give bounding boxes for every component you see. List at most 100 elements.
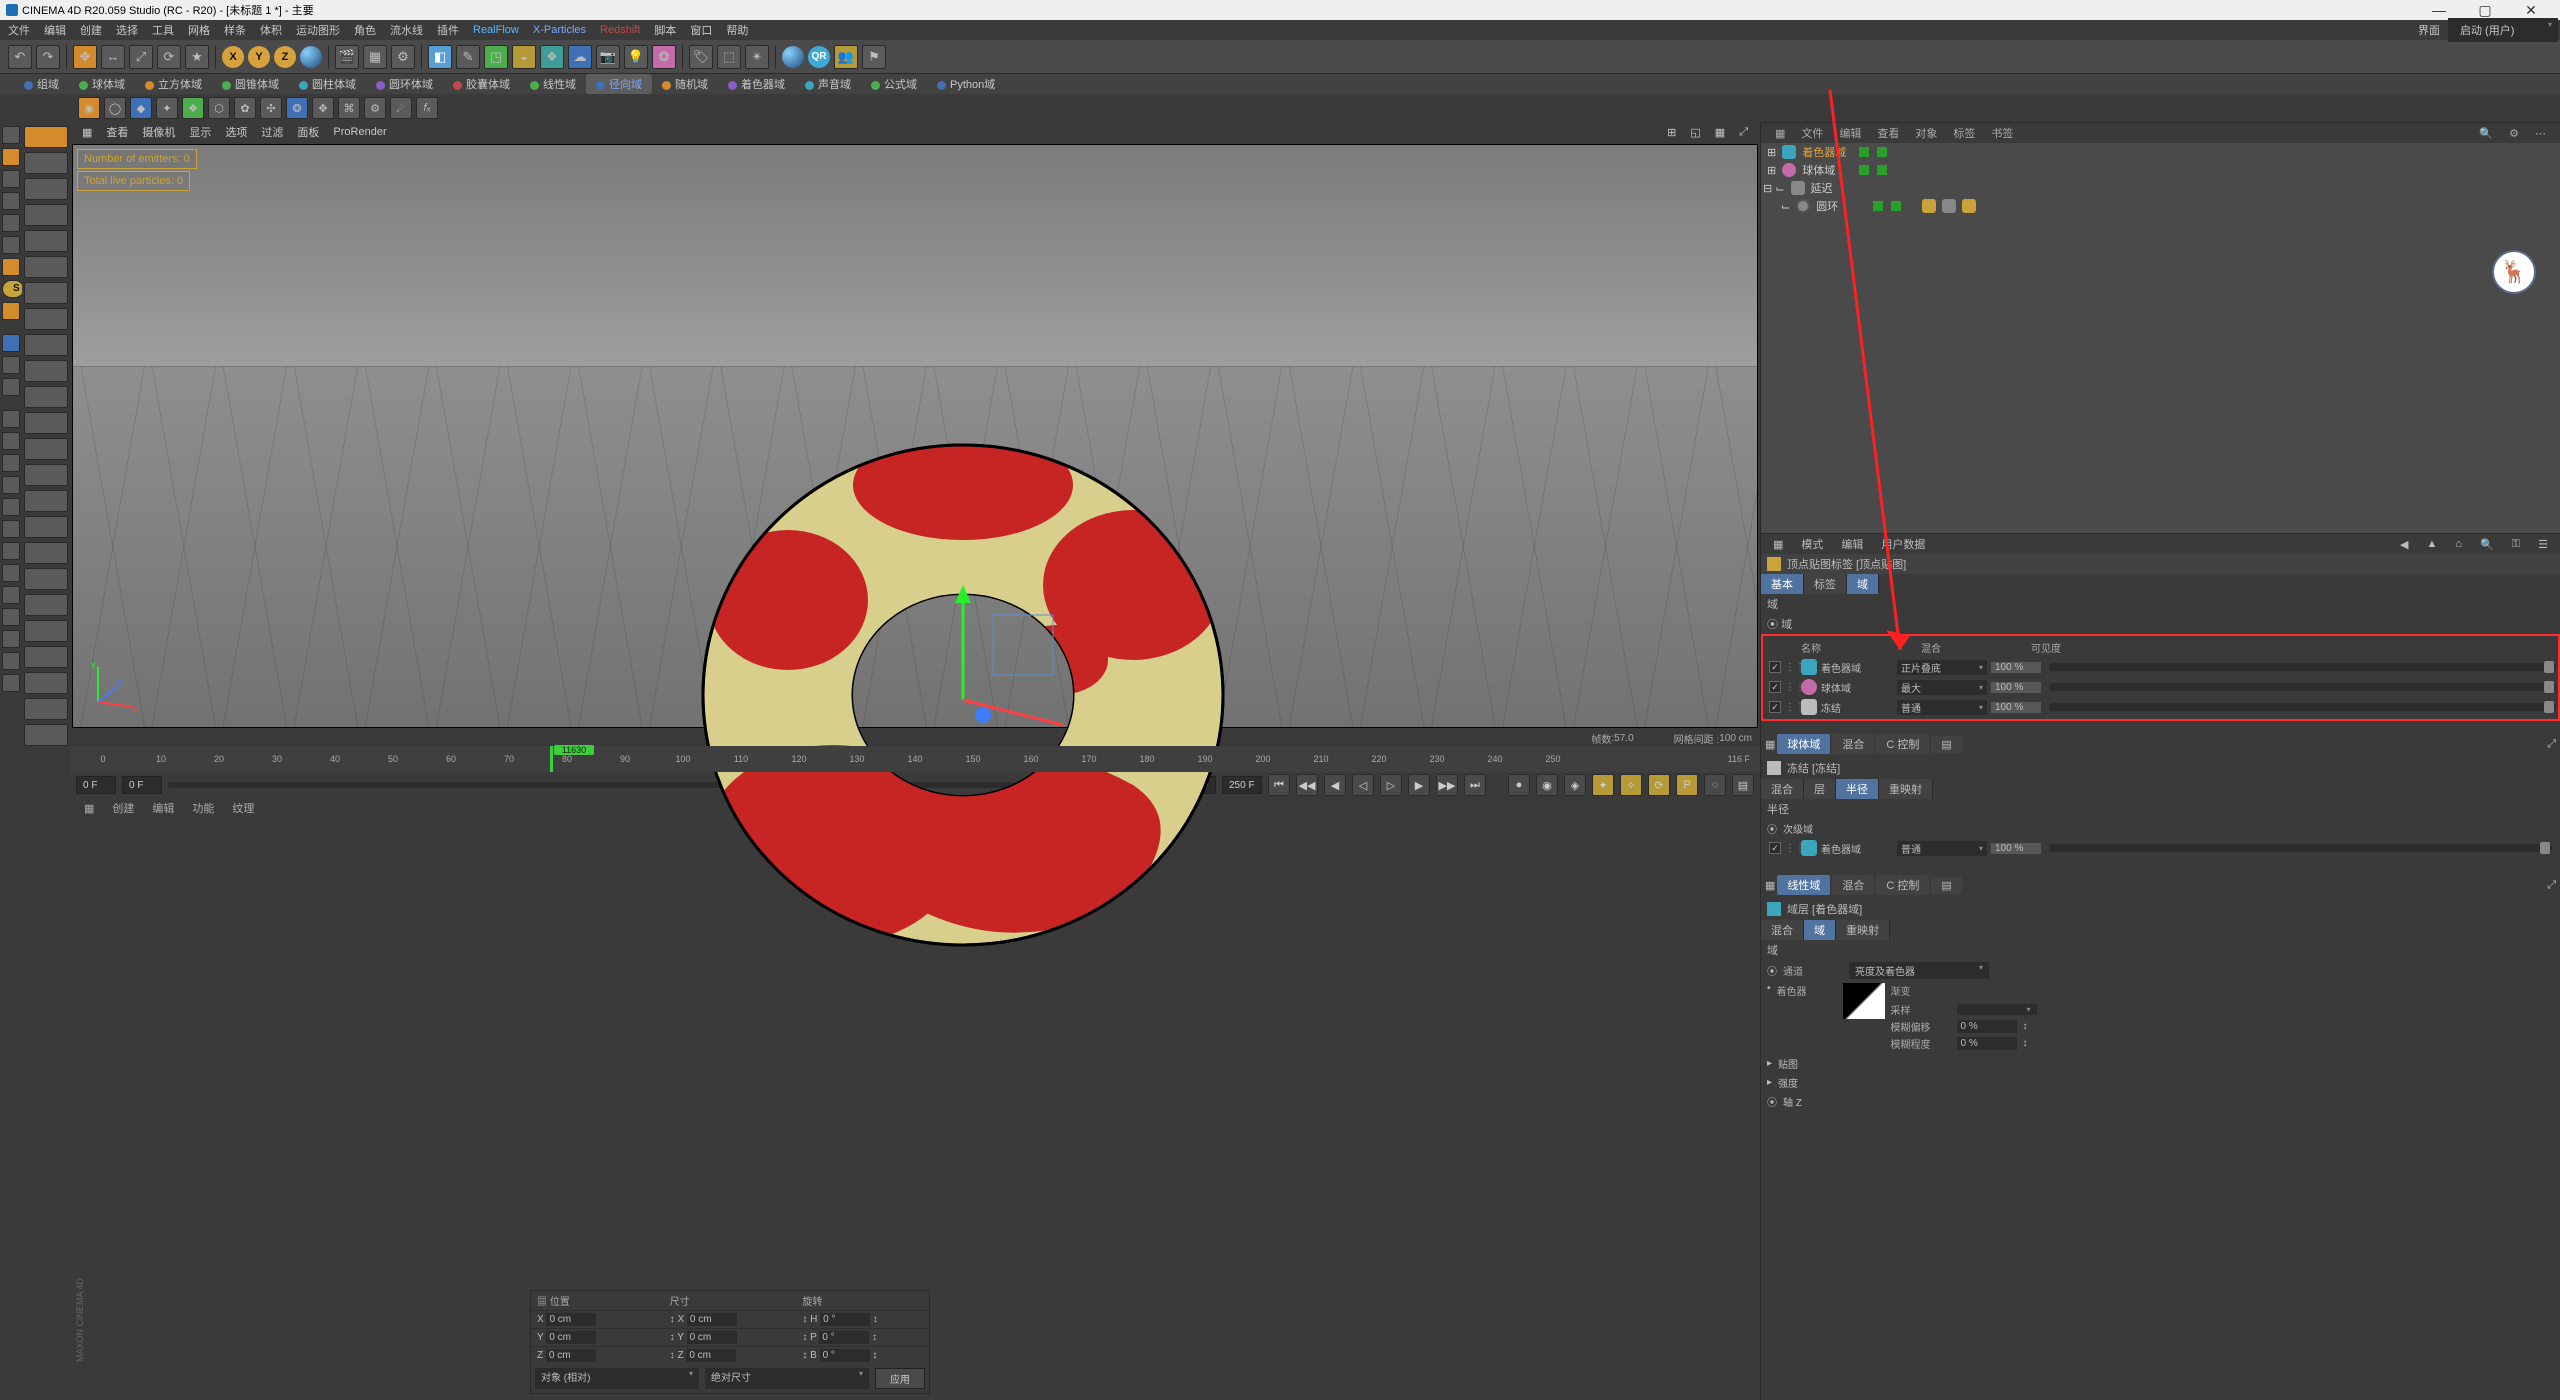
subtab-blend[interactable]: 混合 bbox=[1761, 779, 1804, 799]
vp-options[interactable]: 选项 bbox=[219, 122, 253, 142]
mode-x2[interactable] bbox=[2, 432, 20, 450]
om-search-icon[interactable]: 🔍 bbox=[2473, 125, 2499, 142]
def-icon-7[interactable]: ✿ bbox=[234, 97, 256, 119]
def-icon-6[interactable]: ⬡ bbox=[208, 97, 230, 119]
sec-14[interactable] bbox=[24, 464, 68, 486]
om-bm[interactable]: 书签 bbox=[1985, 123, 2019, 143]
rot-p-field[interactable]: 0 ° bbox=[819, 1331, 869, 1344]
subfield-row[interactable]: ⋮⋮ 着色器域 普通 100 % bbox=[1761, 838, 2560, 858]
mode-x11[interactable] bbox=[2, 630, 20, 648]
menu-xparticles[interactable]: X-Particles bbox=[527, 22, 592, 38]
key-misc-button[interactable]: ▤ bbox=[1732, 774, 1754, 796]
axis-x-toggle[interactable]: X bbox=[222, 46, 244, 68]
menu-tools[interactable]: 工具 bbox=[146, 20, 180, 40]
pos-x-field[interactable]: 0 cm bbox=[546, 1313, 596, 1326]
mode-x1[interactable] bbox=[2, 410, 20, 428]
mode-x10[interactable] bbox=[2, 608, 20, 626]
menu-realflow[interactable]: RealFlow bbox=[467, 22, 525, 38]
card-tab-blend[interactable]: 混合 bbox=[1832, 734, 1874, 754]
field-row-sphere[interactable]: ⋮⋮ 球体域 最大 100 % bbox=[1765, 677, 2556, 697]
am-back-icon[interactable]: ◀ bbox=[2394, 536, 2414, 553]
field-random[interactable]: 随机域 bbox=[652, 74, 718, 94]
def-icon-11[interactable]: ⌘ bbox=[338, 97, 360, 119]
mm-func[interactable]: 功能 bbox=[184, 798, 222, 818]
channel-select[interactable]: 亮度及着色器 bbox=[1849, 962, 1989, 979]
vp-grid-icon[interactable]: ▦ bbox=[76, 124, 98, 141]
am-edit[interactable]: 编辑 bbox=[1835, 534, 1869, 554]
timeline-ruler[interactable]: 11630 0 10 20 30 40 50 60 70 80 90 100 1… bbox=[70, 746, 1760, 772]
redo-button[interactable]: ↷ bbox=[36, 45, 60, 69]
axis-y-toggle[interactable]: Y bbox=[248, 46, 270, 68]
render-region-button[interactable]: ▦ bbox=[363, 45, 387, 69]
subtab-layer[interactable]: 层 bbox=[1804, 779, 1836, 799]
vp-view[interactable]: 查看 bbox=[100, 122, 134, 142]
mode-6[interactable] bbox=[2, 236, 20, 254]
def-icon-3[interactable]: ◆ bbox=[130, 97, 152, 119]
window-close-button[interactable]: ✕ bbox=[2508, 2, 2554, 19]
mode-x7[interactable] bbox=[2, 542, 20, 560]
axis-z-toggle[interactable]: Z bbox=[274, 46, 296, 68]
phong-tag-icon[interactable] bbox=[1942, 199, 1956, 213]
mode-texture[interactable] bbox=[2, 214, 20, 232]
window-minimize-button[interactable]: — bbox=[2416, 2, 2462, 18]
field-torus[interactable]: 圆环体域 bbox=[366, 74, 443, 94]
extra-texture[interactable]: 贴图 bbox=[1778, 1056, 1798, 1071]
layout-select[interactable]: 启动 (用户) bbox=[2448, 18, 2558, 42]
mode-x4[interactable] bbox=[2, 476, 20, 494]
mode-axis[interactable] bbox=[2, 258, 20, 276]
scale-tool[interactable]: ⤢ bbox=[129, 45, 153, 69]
pos-z-field[interactable]: 0 cm bbox=[546, 1349, 596, 1362]
visibility-value[interactable]: 100 % bbox=[1991, 662, 2041, 673]
particles-icon[interactable]: ✴ bbox=[745, 45, 769, 69]
field-cone[interactable]: 圆锥体域 bbox=[212, 74, 289, 94]
vp-prorender[interactable]: ProRender bbox=[327, 124, 392, 140]
menu-window[interactable]: 窗口 bbox=[684, 20, 718, 40]
misc-icon[interactable]: ⚑ bbox=[862, 45, 886, 69]
card-tab-sphere[interactable]: 球体域 bbox=[1777, 734, 1830, 754]
card-tab-control[interactable]: C 控制 bbox=[1876, 734, 1929, 754]
light-icon[interactable]: 💡 bbox=[624, 45, 648, 69]
field-row-freeze[interactable]: ⋮⋮ 冻结 普通 100 % bbox=[1765, 697, 2556, 717]
field-row-shader[interactable]: ⋮⋮ 着色器域 正片叠底 100 % bbox=[1765, 657, 2556, 677]
card2-tab-linear[interactable]: 线性域 bbox=[1777, 875, 1830, 895]
def-icon-1[interactable]: ◉ bbox=[78, 97, 100, 119]
move-tool[interactable]: ↔ bbox=[101, 45, 125, 69]
menu-mograph[interactable]: 运动图形 bbox=[290, 20, 346, 40]
vp-camera[interactable]: 摄像机 bbox=[136, 122, 181, 142]
sample-select[interactable] bbox=[1957, 1004, 2037, 1015]
def-icon-9[interactable]: ❂ bbox=[286, 97, 308, 119]
field-group[interactable]: 组域 bbox=[14, 74, 69, 94]
rec-key-button[interactable]: ● bbox=[1508, 774, 1530, 796]
sec-16[interactable] bbox=[24, 516, 68, 538]
vp-btn-4[interactable]: ⤢ bbox=[1733, 124, 1754, 141]
mode-x9[interactable] bbox=[2, 586, 20, 604]
field-radial[interactable]: 径向域 bbox=[586, 74, 652, 94]
extra-intensity[interactable]: 强度 bbox=[1778, 1075, 1798, 1090]
play-back-button[interactable]: ◁ bbox=[1352, 774, 1374, 796]
subtab-remap[interactable]: 重映射 bbox=[1879, 779, 1933, 799]
field-linear[interactable]: 线性域 bbox=[520, 74, 586, 94]
vis-editor-icon[interactable] bbox=[1859, 147, 1869, 157]
enable-checkbox[interactable] bbox=[1769, 842, 1781, 854]
step-back-button[interactable]: ◀◀ bbox=[1296, 774, 1318, 796]
tab-basic[interactable]: 基本 bbox=[1761, 574, 1804, 594]
am-user[interactable]: 用户数据 bbox=[1875, 534, 1931, 554]
sec-1[interactable] bbox=[24, 126, 68, 148]
start-frame-field[interactable]: 0 F bbox=[76, 776, 116, 794]
extra-axis[interactable]: 轴 Z bbox=[1783, 1094, 1802, 1109]
vp-btn-3[interactable]: ▦ bbox=[1709, 124, 1731, 141]
sec-23[interactable] bbox=[24, 698, 68, 720]
mograph-icon[interactable]: ❂ bbox=[652, 45, 676, 69]
card2-expand-icon[interactable]: ⤢ bbox=[2547, 879, 2556, 892]
am-home-icon[interactable]: ⌂ bbox=[2449, 536, 2468, 552]
field-sphere[interactable]: 球体域 bbox=[69, 74, 135, 94]
spline-pen-icon[interactable]: ✎ bbox=[456, 45, 480, 69]
go-start-button[interactable]: ⏮ bbox=[1268, 774, 1290, 796]
mode-point[interactable] bbox=[2, 334, 20, 352]
menu-redshift[interactable]: Redshift bbox=[594, 22, 646, 38]
vp-btn-2[interactable]: ◱ bbox=[1684, 124, 1706, 141]
enable-checkbox[interactable] bbox=[1769, 701, 1781, 713]
menu-edit[interactable]: 编辑 bbox=[38, 20, 72, 40]
key-rot-button[interactable]: ⟳ bbox=[1648, 774, 1670, 796]
generator2-icon[interactable]: ◒ bbox=[512, 45, 536, 69]
